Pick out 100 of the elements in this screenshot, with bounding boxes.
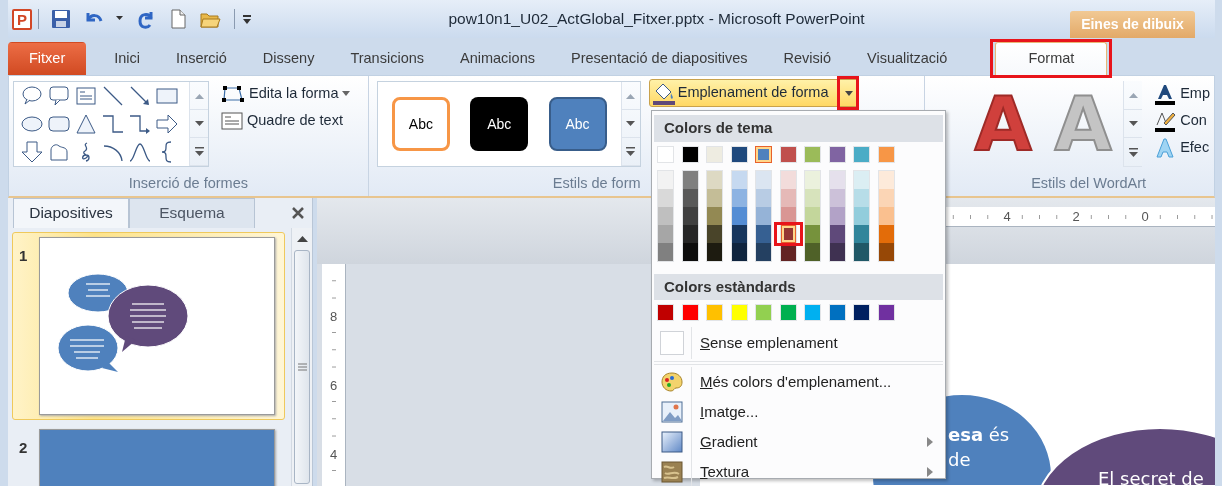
color-swatch[interactable] [829, 170, 845, 189]
scroll-down-icon[interactable] [1128, 120, 1138, 127]
palette-icon [660, 372, 683, 392]
slide-thumbnail[interactable] [39, 237, 275, 415]
new-document-icon[interactable] [168, 9, 188, 29]
gradient-icon [660, 431, 683, 453]
text-effects-icon [1154, 136, 1177, 159]
more-icon[interactable] [626, 147, 636, 156]
ribbon-tab[interactable]: Animacions [442, 42, 553, 75]
color-swatch[interactable] [707, 170, 722, 189]
ribbon-tab[interactable]: Disseny [244, 42, 333, 75]
ribbon-command[interactable]: Con [1150, 107, 1214, 134]
color-swatch[interactable] [658, 170, 673, 189]
color-swatch[interactable] [731, 170, 747, 189]
grip-icon [297, 363, 307, 371]
down-arrow-icon[interactable] [20, 140, 43, 163]
color-swatch[interactable] [682, 188, 698, 207]
context-tab-label: Eines de dibuix [1070, 11, 1195, 38]
section-heading: Colors de tema [654, 115, 943, 142]
more-icon[interactable] [194, 147, 204, 156]
color-swatch[interactable] [878, 188, 894, 207]
picture-icon [660, 401, 683, 423]
scrollbar-thumb[interactable] [294, 250, 310, 484]
group-label: Estils del WordArt [1030, 174, 1147, 193]
color-swatch[interactable] [682, 206, 698, 225]
close-icon[interactable] [292, 207, 304, 219]
shape-style-preset[interactable]: Abc [391, 97, 450, 151]
right-arrow-icon[interactable] [155, 112, 178, 135]
menu-item[interactable]: Imatge... [652, 397, 945, 427]
color-swatch[interactable] [755, 145, 772, 163]
menu-item[interactable]: Gradient [652, 427, 945, 457]
color-swatch[interactable] [829, 242, 845, 261]
empty-swatch-icon [659, 331, 684, 355]
ribbon-tab[interactable]: Inici [96, 42, 159, 75]
paint-bucket-icon [651, 81, 676, 105]
color-swatch[interactable] [854, 170, 869, 189]
caret-icon [844, 90, 853, 96]
color-swatch[interactable] [878, 206, 894, 225]
scroll-down-icon[interactable] [194, 120, 204, 127]
color-swatch[interactable] [829, 224, 845, 243]
more-icon[interactable] [1128, 147, 1138, 157]
bubble-text: de [948, 449, 971, 471]
submenu-arrow-icon [927, 437, 933, 447]
ribbon-tab[interactable]: Inserció [158, 42, 245, 75]
menu-item[interactable]: Més colors d'emplenament... [652, 367, 945, 397]
slide-number: 1 [18, 246, 29, 266]
color-swatch[interactable] [682, 242, 698, 261]
pane-tab[interactable]: Esquema [129, 198, 255, 228]
ribbon-tab[interactable]: Fitxer [8, 42, 87, 75]
shape-style-preset[interactable]: Abc [470, 97, 529, 151]
ribbon-tab[interactable]: Revisió [765, 42, 850, 75]
color-swatch[interactable] [756, 170, 771, 189]
line-icon[interactable] [101, 84, 124, 107]
color-swatch[interactable] [682, 170, 698, 189]
ribbon-command[interactable]: Efec [1150, 134, 1214, 161]
color-swatch[interactable] [731, 206, 747, 225]
slide-list-item[interactable]: 1 [12, 232, 285, 420]
text-fill-icon [1154, 82, 1177, 105]
color-swatch[interactable] [878, 224, 894, 243]
color-swatch[interactable] [731, 188, 747, 207]
scroll-up-icon[interactable] [296, 234, 308, 242]
color-swatch[interactable] [780, 188, 796, 207]
elbow-connector-icon[interactable] [101, 112, 124, 135]
color-swatch[interactable] [878, 170, 894, 189]
edit-points-icon [221, 83, 245, 104]
scroll-down-icon[interactable] [626, 120, 636, 127]
color-swatch[interactable] [878, 242, 894, 261]
color-swatch[interactable] [805, 170, 820, 189]
pane-tab[interactable]: Diapositives [13, 198, 129, 228]
color-swatch[interactable] [731, 242, 747, 261]
arrow-line-icon[interactable] [128, 84, 151, 107]
color-swatch[interactable] [731, 224, 747, 243]
menu-item[interactable]: Sense emplenament [652, 327, 945, 359]
app-logo[interactable]: P [12, 8, 32, 30]
ruler-number: 4 [328, 448, 339, 461]
save-icon[interactable] [51, 9, 71, 29]
group-label: Inserció de formes [127, 174, 249, 193]
color-swatch[interactable] [682, 224, 698, 243]
redo-icon[interactable] [136, 9, 156, 29]
ribbon-command[interactable]: Edita la forma [217, 80, 356, 107]
elbow-arrow-icon[interactable] [128, 112, 151, 135]
caret-icon [342, 90, 352, 97]
color-swatch[interactable] [780, 170, 796, 189]
rectangle-callout-icon[interactable] [47, 84, 70, 107]
color-swatch[interactable] [829, 206, 845, 225]
triangle-icon[interactable] [74, 112, 97, 135]
ribbon-tab[interactable]: Format [995, 42, 1108, 75]
menu-item[interactable]: Textura [652, 457, 945, 486]
ribbon-command[interactable]: Emp [1150, 80, 1214, 107]
color-swatch[interactable] [829, 188, 845, 207]
wordart-preset[interactable]: A [963, 87, 1044, 161]
shape-style-preset[interactable]: Abc [548, 97, 607, 151]
slide-number: 2 [18, 438, 29, 458]
oval-callout-icon[interactable] [20, 84, 43, 107]
ribbon-command[interactable]: Quadre de text [217, 107, 356, 134]
ribbon-tab[interactable]: Visualització [849, 42, 966, 75]
bubble-text: El secret de [1098, 468, 1204, 486]
ribbon-tab[interactable]: Presentació de diapositives [552, 42, 766, 75]
ribbon-tab[interactable]: Transicions [332, 42, 442, 75]
slide-list-item[interactable]: 2 [12, 424, 285, 486]
